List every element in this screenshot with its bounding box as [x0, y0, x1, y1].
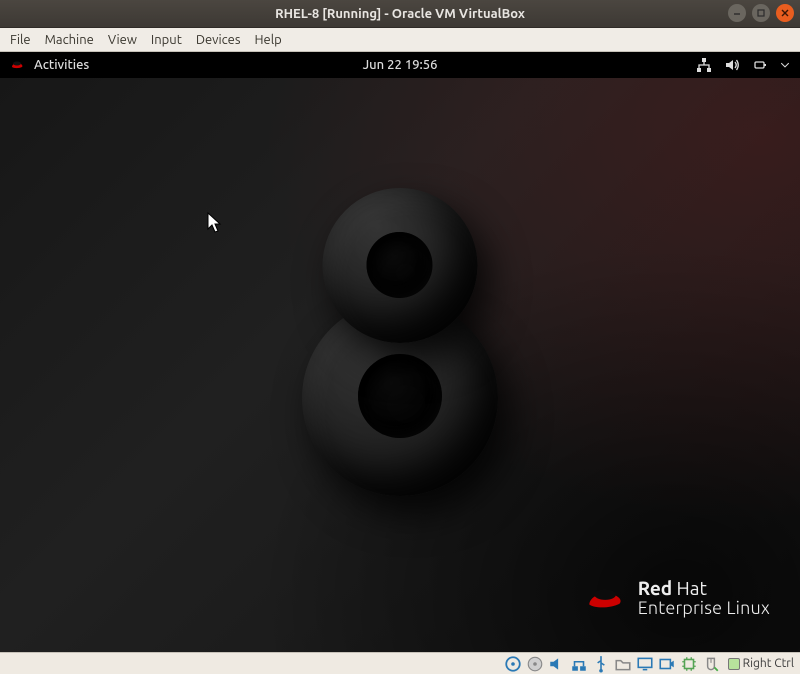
close-icon: [780, 8, 790, 18]
mouse-integration-icon[interactable]: [702, 656, 720, 672]
recording-indicator-icon[interactable]: [658, 656, 676, 672]
hdd-indicator-icon[interactable]: [504, 656, 522, 672]
chevron-down-icon: [780, 57, 790, 73]
vb-statusbar: Right Ctrl: [0, 652, 800, 674]
shared-folder-indicator-icon[interactable]: [614, 656, 632, 672]
display-indicator-icon[interactable]: [636, 656, 654, 672]
menu-file[interactable]: File: [10, 33, 31, 47]
desktop-wallpaper: Red Hat Enterprise Linux: [0, 78, 800, 652]
gnome-top-bar: Activities Jun 22 19:56: [0, 52, 800, 78]
menubar: File Machine View Input Devices Help: [0, 28, 800, 52]
minimize-icon: [732, 8, 742, 18]
host-key-label: Right Ctrl: [743, 657, 794, 670]
cpu-indicator-icon[interactable]: [680, 656, 698, 672]
audio-indicator-icon[interactable]: [548, 656, 566, 672]
gnome-status-area[interactable]: [696, 57, 790, 73]
host-key-indicator[interactable]: Right Ctrl: [728, 657, 794, 670]
minimize-button[interactable]: [728, 4, 746, 22]
gnome-top-left: Activities: [10, 57, 89, 73]
redhat-icon: [10, 57, 26, 73]
activities-button[interactable]: Activities: [34, 58, 89, 72]
redhat-brand: Red Hat Enterprise Linux: [586, 578, 770, 618]
brand-name: Red Hat: [638, 578, 770, 599]
power-icon: [752, 57, 768, 73]
menu-help[interactable]: Help: [255, 33, 282, 47]
mouse-cursor-icon: [207, 212, 223, 236]
guest-display[interactable]: Activities Jun 22 19:56: [0, 52, 800, 652]
brand-tagline: Enterprise Linux: [638, 599, 770, 618]
window-titlebar[interactable]: RHEL-8 [Running] - Oracle VM VirtualBox: [0, 0, 800, 28]
menu-view[interactable]: View: [108, 33, 137, 47]
volume-icon: [724, 57, 740, 73]
virtualbox-window: RHEL-8 [Running] - Oracle VM VirtualBox …: [0, 0, 800, 674]
network-indicator-icon[interactable]: [570, 656, 588, 672]
optical-indicator-icon[interactable]: [526, 656, 544, 672]
gnome-clock[interactable]: Jun 22 19:56: [0, 58, 800, 72]
redhat-logo-icon: [586, 583, 626, 613]
network-icon: [696, 57, 712, 73]
window-controls: [728, 4, 794, 22]
rhel8-logo: [285, 192, 515, 492]
usb-indicator-icon[interactable]: [592, 656, 610, 672]
menu-machine[interactable]: Machine: [45, 33, 94, 47]
maximize-icon: [756, 8, 766, 18]
close-button[interactable]: [776, 4, 794, 22]
menu-input[interactable]: Input: [151, 33, 182, 47]
host-key-icon: [728, 658, 740, 670]
menu-devices[interactable]: Devices: [196, 33, 241, 47]
maximize-button[interactable]: [752, 4, 770, 22]
window-title: RHEL-8 [Running] - Oracle VM VirtualBox: [275, 7, 525, 21]
